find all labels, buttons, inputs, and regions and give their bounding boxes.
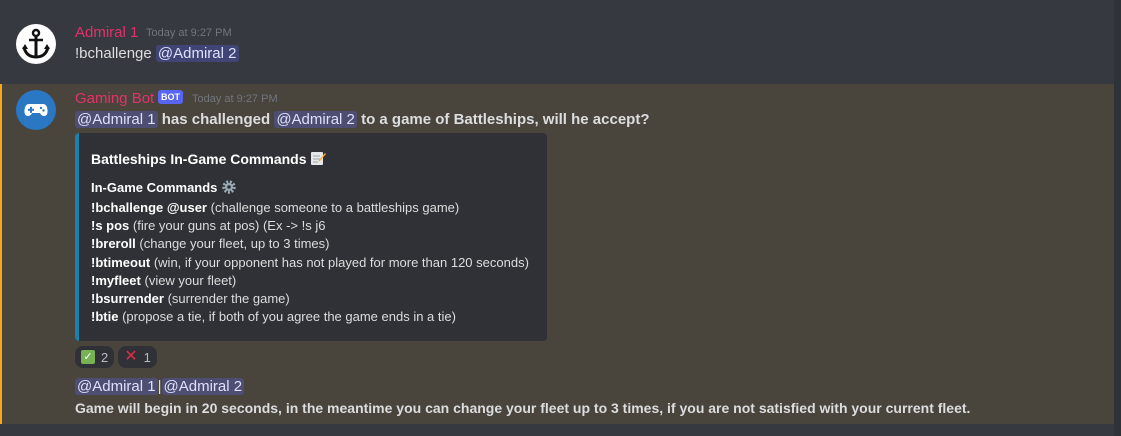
command-name: !bsurrender [91,291,164,307]
memo-icon [311,152,327,165]
command-description: (surrender the game) [167,291,290,307]
challenge-text: @Admiral 1 has challenged @Admiral 2 to … [75,111,649,128]
game-start-text: Game will begin in 20 seconds, in the me… [75,400,971,416]
command-row: !bchallenge @user (challenge someone to … [91,199,529,217]
command-name: !bchallenge @user [91,200,207,215]
user-mention[interactable]: @Admiral 1 [75,378,158,395]
message-content: !bchallenge @Admiral 2 [75,45,239,62]
message-admiral-1: Admiral 1 Today at 9:27 PM !bchallenge @… [0,0,1121,84]
gamepad-icon [24,104,48,116]
gear-icon [222,180,236,194]
command-name: !btie [91,309,119,325]
command-description: (change your fleet, up to 3 times) [139,236,330,252]
command-description: (challenge someone to a battleships game… [210,200,460,215]
mentions-line: @Admiral 1 | @Admiral 2 [75,378,245,395]
message-text: to a game of Battleships, will he accept… [361,111,650,128]
command-row: !bsurrender (surrender the game) [91,290,529,308]
separator: | [157,378,162,395]
username[interactable]: Admiral 1 [75,24,138,41]
bot-avatar[interactable] [16,90,56,130]
embed-title-text: Battleships In-Game Commands [91,151,307,167]
reaction-count: 2 [101,349,109,365]
embed-field-name: In-Game Commands [91,179,237,195]
embed-field-label: In-Game Commands [91,180,218,195]
command-name: !s pos [91,218,130,234]
user-mention[interactable]: @Admiral 2 [155,45,239,62]
commands-embed: Battleships In-Game Commands In-Game Com… [75,133,547,341]
reaction-cross[interactable]: ✕ 1 [118,346,157,368]
anchor-icon [22,28,50,59]
reactions-bar: ✓ 2 ✕ 1 [75,346,157,368]
command-description: (fire your guns at pos) (Ex -> !s j6 [132,218,326,234]
command-description: (win, if your opponent has not played fo… [153,254,529,270]
command-description: (propose a tie, if both of you agree the… [122,309,456,325]
command-list: !bchallenge @user (challenge someone to … [91,199,529,326]
command-row: !myfleet (view your fleet) [91,272,529,290]
user-mention[interactable]: @Admiral 2 [161,378,245,395]
command-name: !breroll [91,236,136,252]
scrollbar[interactable] [1114,0,1121,436]
chat-bottom-gap [0,424,1114,436]
message-text: has challenged [161,111,271,128]
timestamp: Today at 9:27 PM [146,27,232,39]
command-row: !breroll (change your fleet, up to 3 tim… [91,235,529,253]
user-mention[interactable]: @Admiral 2 [274,111,357,128]
command-name: !myfleet [91,272,141,288]
check-mark-icon: ✓ [81,350,95,364]
user-avatar[interactable] [16,24,56,64]
command-row: !btie (propose a tie, if both of you agr… [91,308,529,326]
message-text: !bchallenge [75,45,152,62]
bot-tag: BOT [158,90,183,104]
command-row: !s pos (fire your guns at pos) (Ex -> !s… [91,217,529,235]
message-gaming-bot: Gaming Bot BOT Today at 9:27 PM @Admiral… [0,84,1114,424]
reaction-count: 1 [143,349,151,365]
user-mention[interactable]: @Admiral 1 [75,111,158,128]
reaction-check[interactable]: ✓ 2 [75,346,115,368]
command-row: !btimeout (win, if your opponent has not… [91,254,529,272]
command-name: !btimeout [91,254,151,270]
username[interactable]: Gaming Bot [75,90,154,107]
timestamp: Today at 9:27 PM [192,93,278,105]
cross-mark-icon: ✕ [124,348,138,365]
command-description: (view your fleet) [144,272,237,288]
embed-title: Battleships In-Game Commands [91,150,327,167]
